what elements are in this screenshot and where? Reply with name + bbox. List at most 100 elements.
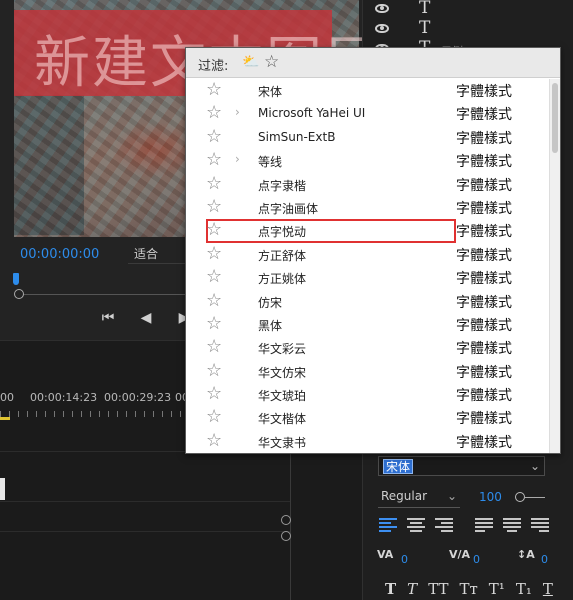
scrub-knob[interactable] — [14, 289, 24, 299]
kerning-value[interactable]: 0 — [473, 553, 480, 566]
favorite-star-icon[interactable]: ☆ — [206, 149, 222, 171]
tracking-value[interactable]: 0 — [401, 553, 408, 566]
underline-button[interactable]: T — [543, 580, 553, 598]
favorite-star-icon[interactable]: ☆ — [206, 313, 222, 335]
all-caps-button[interactable]: TT — [428, 580, 448, 598]
font-sample: 字體樣式 — [456, 434, 512, 451]
ruler-label: 00:00:14:23 — [30, 391, 98, 404]
font-size-slider[interactable] — [515, 492, 545, 502]
font-name: 华文琥珀 — [258, 389, 307, 404]
favorite-star-icon[interactable]: ☆ — [206, 219, 222, 241]
frame-back-button[interactable]: ◀ — [138, 310, 154, 326]
font-list-item[interactable]: ☆ 华文琥珀 字體樣式 — [186, 383, 551, 406]
playhead-marker[interactable] — [13, 273, 19, 285]
eye-icon[interactable] — [375, 24, 389, 33]
layer-row[interactable]: T — [363, 0, 573, 20]
font-name: SimSun-ExtB — [258, 129, 336, 144]
scroll-knob[interactable] — [281, 531, 291, 541]
font-sample: 字體樣式 — [456, 130, 512, 147]
eye-icon[interactable] — [375, 4, 389, 13]
favorite-star-icon[interactable]: ☆ — [206, 102, 222, 124]
chevron-right-icon[interactable]: › — [235, 152, 240, 166]
faux-bold-button[interactable]: T — [385, 580, 396, 598]
favorite-star-icon[interactable]: ☆ — [206, 266, 222, 288]
favorites-filter-icon[interactable]: ☆ — [264, 52, 279, 72]
dropdown-scrollbar[interactable] — [549, 79, 560, 453]
text-layer-icon: T — [419, 18, 431, 38]
font-list-item[interactable]: ☆ 宋体 字體樣式 — [186, 79, 551, 102]
superscript-button[interactable]: T¹ — [489, 580, 505, 598]
favorite-star-icon[interactable]: ☆ — [206, 360, 222, 382]
font-name: 宋体 — [258, 85, 283, 99]
font-sample: 字體樣式 — [456, 364, 512, 381]
font-list-item[interactable]: ☆ 点字油画体 字體樣式 — [186, 196, 551, 219]
alignment-buttons — [379, 518, 549, 532]
favorite-star-icon[interactable]: ☆ — [206, 243, 222, 265]
work-area-bar[interactable] — [0, 417, 10, 420]
layer-row[interactable]: T — [363, 18, 573, 40]
favorite-star-icon[interactable]: ☆ — [206, 430, 222, 452]
font-sample: 字體樣式 — [456, 200, 512, 217]
typekit-filter-icon[interactable]: ⛅ — [242, 54, 259, 70]
font-name: 点字隶楷 — [258, 178, 307, 193]
favorite-star-icon[interactable]: ☆ — [206, 79, 222, 101]
font-sample: 字體樣式 — [456, 224, 512, 241]
dropdown-header: 过滤: ⛅ ☆ — [186, 48, 560, 78]
font-list-item[interactable]: ☆ 方正姚体 字體樣式 — [186, 266, 551, 289]
chevron-down-icon: ⌄ — [446, 489, 457, 503]
favorite-star-icon[interactable]: ☆ — [206, 290, 222, 312]
font-family-field[interactable]: 宋体 ⌄ — [378, 456, 545, 476]
font-list-item[interactable]: ☆ › Microsoft YaHei UI 字體樣式 — [186, 102, 551, 125]
subscript-button[interactable]: T₁ — [516, 580, 532, 598]
timeline-clip[interactable] — [0, 478, 5, 500]
font-family-value[interactable]: 宋体 — [383, 459, 414, 474]
favorite-star-icon[interactable]: ☆ — [206, 126, 222, 148]
font-list-item[interactable]: ☆ SimSun-ExtB 字體樣式 — [186, 126, 551, 149]
leading-icon: ↕A — [517, 548, 535, 561]
font-list-item[interactable]: ☆ 仿宋 字體樣式 — [186, 290, 551, 313]
kerning-icon: V/A — [449, 548, 471, 561]
font-list-item[interactable]: ☆ 黑体 字體樣式 — [186, 313, 551, 336]
slider-track[interactable] — [525, 497, 545, 498]
align-right-button[interactable] — [435, 518, 453, 532]
timecode-display[interactable]: 00:00:00:00 — [20, 247, 99, 262]
font-list-item[interactable]: ☆ 点字悦动 字體樣式 — [206, 219, 512, 243]
font-sample: 字體樣式 — [456, 84, 512, 100]
justify-center-button[interactable] — [503, 518, 521, 532]
chevron-right-icon[interactable]: › — [235, 105, 240, 119]
justify-right-button[interactable] — [531, 518, 549, 532]
font-list-item[interactable]: ☆ 华文仿宋 字體樣式 — [186, 360, 551, 383]
slider-knob[interactable] — [515, 492, 525, 502]
scroll-knob[interactable] — [281, 515, 291, 525]
font-style-value: Regular — [381, 489, 428, 503]
favorite-star-icon[interactable]: ☆ — [206, 336, 222, 358]
step-back-button[interactable]: ⏮ — [100, 310, 116, 326]
font-list-item[interactable]: ☆ 点字隶楷 字體樣式 — [186, 173, 551, 196]
font-style-select[interactable]: Regular ⌄ — [381, 489, 461, 507]
align-left-button[interactable] — [379, 518, 397, 532]
chevron-down-icon[interactable]: ⌄ — [530, 459, 540, 473]
font-list: ☆ 宋体 字體樣式 ☆ › Microsoft YaHei UI 字體樣式 ☆ SimSun-E… — [186, 79, 551, 453]
font-size-value[interactable]: 100 — [479, 490, 502, 504]
style-underline — [378, 507, 460, 508]
timeline-scrollbar[interactable] — [290, 451, 291, 600]
favorite-star-icon[interactable]: ☆ — [206, 173, 222, 195]
faux-italic-button[interactable]: T — [407, 580, 417, 598]
justify-left-button[interactable] — [475, 518, 493, 532]
favorite-star-icon[interactable]: ☆ — [206, 196, 222, 218]
fit-select[interactable]: 适合 — [128, 244, 190, 264]
scroll-thumb[interactable] — [552, 83, 558, 153]
font-list-item[interactable]: ☆ › 等线 字體樣式 — [186, 149, 551, 172]
align-center-button[interactable] — [407, 518, 425, 532]
favorite-star-icon[interactable]: ☆ — [206, 383, 222, 405]
favorite-star-icon[interactable]: ☆ — [206, 406, 222, 428]
text-layer-icon: T — [419, 0, 431, 18]
font-list-item[interactable]: ☆ 方正舒体 字體樣式 — [186, 243, 551, 266]
font-name: 黑体 — [258, 318, 283, 333]
small-caps-button[interactable]: Tт — [459, 580, 477, 598]
font-sample: 字體樣式 — [456, 247, 512, 264]
font-list-item[interactable]: ☆ 华文隶书 字體樣式 — [186, 430, 551, 453]
font-list-item[interactable]: ☆ 华文彩云 字體樣式 — [186, 336, 551, 359]
font-list-item[interactable]: ☆ 华文楷体 字體樣式 — [186, 406, 551, 429]
leading-value[interactable]: 0 — [541, 553, 548, 566]
